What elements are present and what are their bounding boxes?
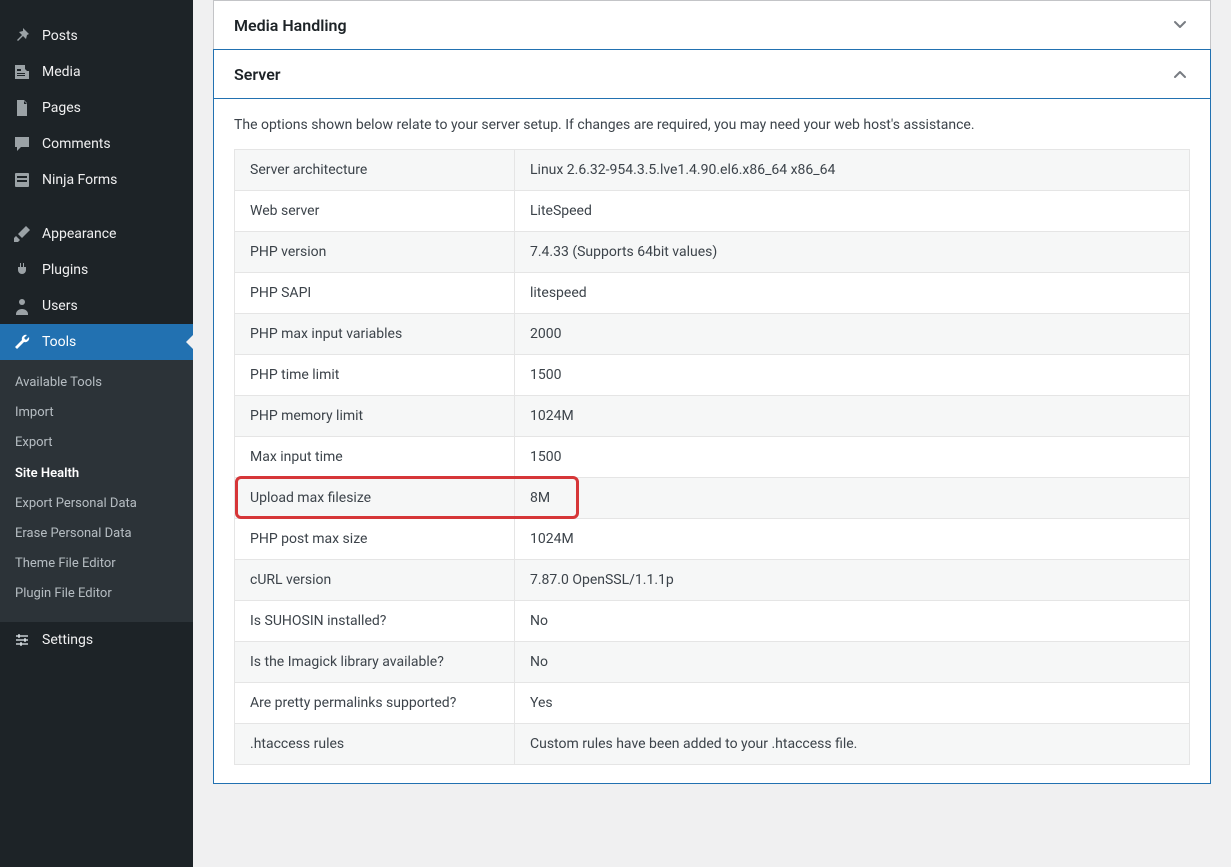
panel-title: Media Handling bbox=[234, 16, 347, 35]
info-value: LiteSpeed bbox=[515, 191, 1190, 232]
menu-label: Appearance bbox=[42, 226, 116, 242]
chevron-down-icon bbox=[1170, 15, 1190, 35]
submenu-item-site-health[interactable]: Site Health bbox=[0, 459, 193, 489]
plug-icon bbox=[12, 260, 32, 280]
info-label: PHP SAPI bbox=[235, 273, 515, 314]
info-label: cURL version bbox=[235, 560, 515, 601]
table-row: Upload max filesize8M bbox=[235, 478, 1190, 519]
pages-icon bbox=[12, 98, 32, 118]
user-icon bbox=[12, 296, 32, 316]
info-label: Max input time bbox=[235, 437, 515, 478]
info-value: No bbox=[515, 601, 1190, 642]
info-label: PHP version bbox=[235, 232, 515, 273]
menu-label: Settings bbox=[42, 632, 93, 648]
table-row: PHP version7.4.33 (Supports 64bit values… bbox=[235, 232, 1190, 273]
table-row: PHP max input variables2000 bbox=[235, 314, 1190, 355]
info-label: PHP memory limit bbox=[235, 396, 515, 437]
chevron-up-icon bbox=[1170, 64, 1190, 84]
panel-description: The options shown below relate to your s… bbox=[234, 117, 1190, 133]
media-icon bbox=[12, 62, 32, 82]
main-content: Media Handling Server The options shown … bbox=[193, 0, 1231, 867]
submenu-item-erase-personal-data[interactable]: Erase Personal Data bbox=[0, 519, 193, 549]
info-label: Are pretty permalinks supported? bbox=[235, 683, 515, 724]
form-icon bbox=[12, 170, 32, 190]
info-value: 8M bbox=[515, 478, 1190, 519]
menu-item-comments[interactable]: Comments bbox=[0, 126, 193, 162]
table-row: PHP SAPIlitespeed bbox=[235, 273, 1190, 314]
panel-server: Server The options shown below relate to… bbox=[213, 49, 1211, 784]
settings-icon bbox=[12, 630, 32, 650]
info-value: Yes bbox=[515, 683, 1190, 724]
info-value: 1024M bbox=[515, 519, 1190, 560]
panel-header-media-handling[interactable]: Media Handling bbox=[214, 1, 1210, 49]
info-value: 1500 bbox=[515, 355, 1190, 396]
info-value: 1500 bbox=[515, 437, 1190, 478]
menu-item-tools[interactable]: Tools bbox=[0, 324, 193, 360]
submenu-item-export-personal-data[interactable]: Export Personal Data bbox=[0, 489, 193, 519]
menu-item-posts[interactable]: Posts bbox=[0, 18, 193, 54]
table-row: .htaccess rulesCustom rules have been ad… bbox=[235, 724, 1190, 765]
info-label: Upload max filesize bbox=[235, 478, 515, 519]
menu-label: Ninja Forms bbox=[42, 172, 117, 188]
server-info-table: Server architectureLinux 2.6.32-954.3.5.… bbox=[234, 149, 1190, 765]
submenu-item-theme-file-editor[interactable]: Theme File Editor bbox=[0, 549, 193, 579]
table-row: Max input time1500 bbox=[235, 437, 1190, 478]
menu-label: Plugins bbox=[42, 262, 88, 278]
menu-item-ninja-forms[interactable]: Ninja Forms bbox=[0, 162, 193, 198]
menu-item-settings[interactable]: Settings bbox=[0, 622, 193, 658]
tools-submenu: Available ToolsImportExportSite HealthEx… bbox=[0, 360, 193, 622]
submenu-item-plugin-file-editor[interactable]: Plugin File Editor bbox=[0, 579, 193, 609]
info-label: .htaccess rules bbox=[235, 724, 515, 765]
menu-item-appearance[interactable]: Appearance bbox=[0, 216, 193, 252]
table-row: PHP post max size1024M bbox=[235, 519, 1190, 560]
menu-item-users[interactable]: Users bbox=[0, 288, 193, 324]
panel-title: Server bbox=[234, 65, 281, 84]
table-row: PHP memory limit1024M bbox=[235, 396, 1190, 437]
menu-label: Posts bbox=[42, 28, 78, 44]
info-label: Is SUHOSIN installed? bbox=[235, 601, 515, 642]
comment-icon bbox=[12, 134, 32, 154]
table-row: cURL version7.87.0 OpenSSL/1.1.1p bbox=[235, 560, 1190, 601]
info-label: PHP time limit bbox=[235, 355, 515, 396]
table-row: Are pretty permalinks supported?Yes bbox=[235, 683, 1190, 724]
info-label: Is the Imagick library available? bbox=[235, 642, 515, 683]
info-label: PHP max input variables bbox=[235, 314, 515, 355]
menu-label: Media bbox=[42, 64, 81, 80]
table-row: Web serverLiteSpeed bbox=[235, 191, 1190, 232]
submenu-item-import[interactable]: Import bbox=[0, 398, 193, 428]
info-value: 7.4.33 (Supports 64bit values) bbox=[515, 232, 1190, 273]
info-value: No bbox=[515, 642, 1190, 683]
menu-label: Comments bbox=[42, 136, 111, 152]
table-row: Is the Imagick library available?No bbox=[235, 642, 1190, 683]
info-label: PHP post max size bbox=[235, 519, 515, 560]
menu-item-pages[interactable]: Pages bbox=[0, 90, 193, 126]
info-value: litespeed bbox=[515, 273, 1190, 314]
menu-item-plugins[interactable]: Plugins bbox=[0, 252, 193, 288]
brush-icon bbox=[12, 224, 32, 244]
submenu-item-export[interactable]: Export bbox=[0, 428, 193, 458]
panel-header-server[interactable]: Server bbox=[214, 50, 1210, 99]
info-value: Linux 2.6.32-954.3.5.lve1.4.90.el6.x86_6… bbox=[515, 150, 1190, 191]
info-value: Custom rules have been added to your .ht… bbox=[515, 724, 1190, 765]
table-row: Is SUHOSIN installed?No bbox=[235, 601, 1190, 642]
server-info-table-wrap: Server architectureLinux 2.6.32-954.3.5.… bbox=[234, 149, 1190, 765]
table-row: Server architectureLinux 2.6.32-954.3.5.… bbox=[235, 150, 1190, 191]
submenu-item-available-tools[interactable]: Available Tools bbox=[0, 368, 193, 398]
menu-label: Pages bbox=[42, 100, 81, 116]
info-value: 2000 bbox=[515, 314, 1190, 355]
info-value: 1024M bbox=[515, 396, 1190, 437]
admin-sidebar: Posts Media Pages Comments Ninja Forms Appea… bbox=[0, 0, 193, 867]
table-row: PHP time limit1500 bbox=[235, 355, 1190, 396]
wrench-icon bbox=[12, 332, 32, 352]
panel-media-handling: Media Handling bbox=[213, 0, 1211, 50]
menu-label: Tools bbox=[42, 334, 76, 350]
menu-item-media[interactable]: Media bbox=[0, 54, 193, 90]
info-label: Web server bbox=[235, 191, 515, 232]
info-label: Server architecture bbox=[235, 150, 515, 191]
pin-icon bbox=[12, 26, 32, 46]
info-value: 7.87.0 OpenSSL/1.1.1p bbox=[515, 560, 1190, 601]
menu-label: Users bbox=[42, 298, 78, 314]
